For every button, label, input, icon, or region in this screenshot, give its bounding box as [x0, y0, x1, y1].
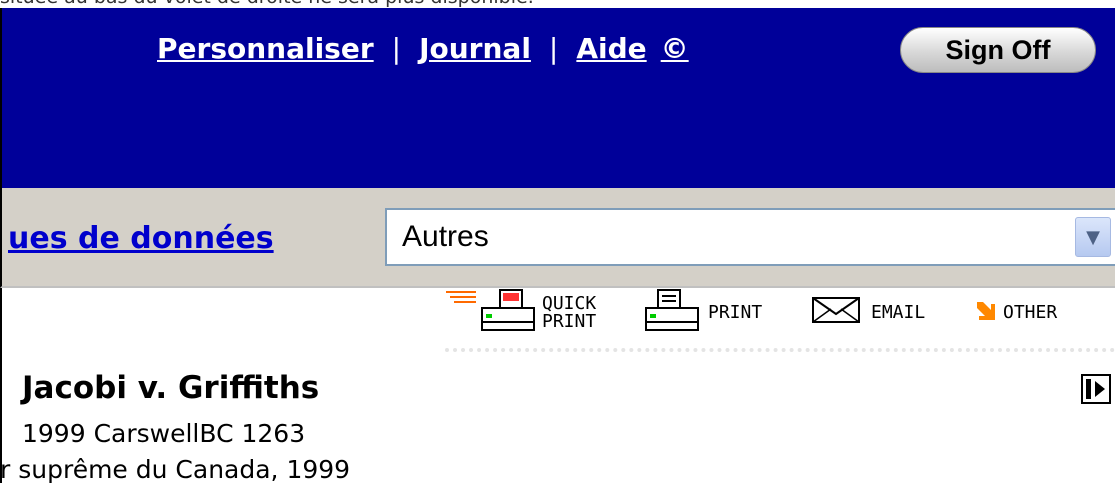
databases-link[interactable]: ues de données [8, 221, 274, 256]
dotted-divider [445, 348, 1115, 352]
copyright-link[interactable]: © [661, 32, 689, 65]
chevron-down-icon[interactable]: ▼ [1075, 217, 1111, 257]
envelope-icon [811, 296, 863, 330]
document-title: Jacobi v. Griffiths [22, 370, 320, 406]
email-button[interactable]: EMAIL [811, 288, 925, 338]
quick-print-button[interactable]: QUICK PRINT [446, 288, 596, 338]
quick-print-label: PRINT [542, 311, 597, 332]
email-label: EMAIL [871, 302, 926, 323]
sign-off-button[interactable]: Sign Off [900, 27, 1096, 73]
nav-separator: | [391, 31, 402, 65]
document-court: r suprême du Canada, 1999 [0, 455, 351, 484]
other-label: OTHER [1003, 302, 1058, 323]
database-select-value: Autres [402, 220, 489, 253]
arrow-down-right-icon [975, 300, 997, 326]
next-document-icon[interactable] [1081, 374, 1111, 404]
top-nav: Personnaliser | Journal | Aide © [157, 28, 689, 68]
print-button[interactable]: PRINT [644, 288, 762, 338]
notice-text: située au bas du volet de droite ne sera… [0, 0, 534, 8]
aide-link[interactable]: Aide [576, 32, 646, 65]
database-select[interactable]: Autres ▼ [385, 208, 1115, 266]
document-citation: 1999 CarswellBC 1263 [22, 419, 306, 448]
quick-print-icon [446, 286, 538, 340]
print-label: PRINT [708, 302, 763, 323]
personnaliser-link[interactable]: Personnaliser [157, 32, 374, 65]
other-button[interactable]: OTHER [975, 288, 1057, 338]
journal-link[interactable]: Journal [419, 32, 531, 65]
nav-separator: | [548, 31, 559, 65]
printer-icon [644, 286, 702, 340]
